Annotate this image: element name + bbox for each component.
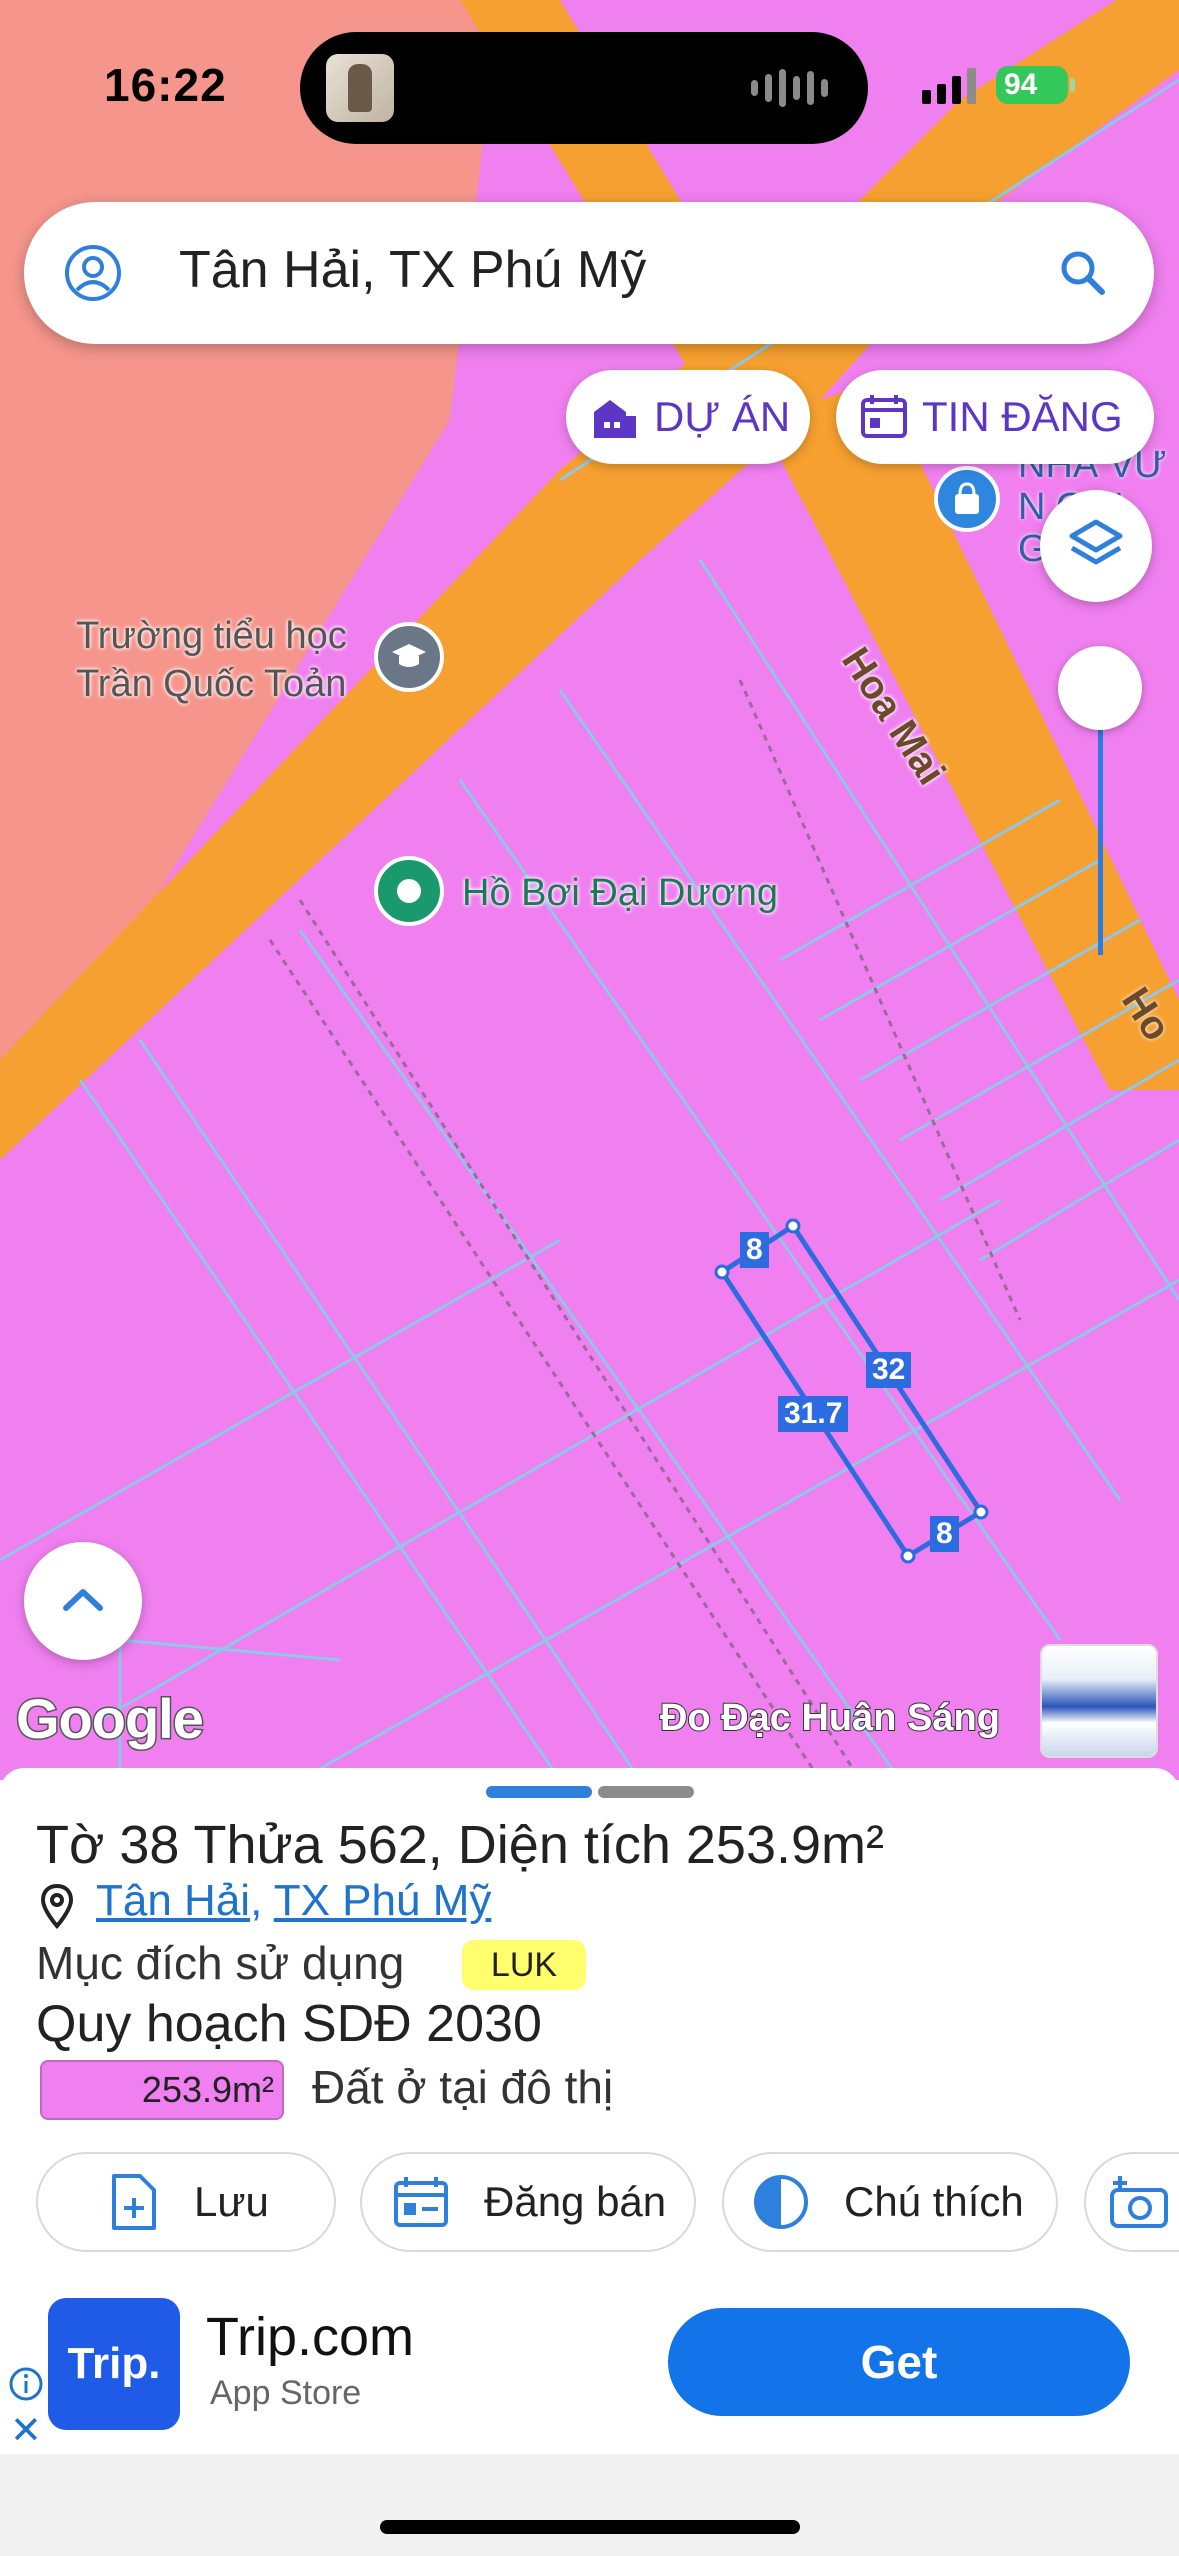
sheet-page-indicator-inactive[interactable] [598,1786,694,1798]
parcel-info-sheet[interactable]: Tờ 38 Thửa 562, Diện tích 253.9m² Tân Hả… [0,1768,1179,2288]
location-pin-icon [40,1883,74,1930]
chevron-up-icon [63,1589,103,1611]
ad-close-icon[interactable]: ✕ [10,2412,42,2450]
project-chip-button[interactable]: DỰ ÁN [566,370,810,464]
file-add-icon [112,2174,156,2230]
user-icon[interactable] [64,244,122,302]
watermark-label: Đo Đạc Huân Sáng [659,1696,1001,1740]
listing-board-icon [861,395,907,438]
listings-chip-button[interactable]: TIN ĐĂNG [836,370,1154,464]
watermark-thumbnail [1040,1644,1158,1758]
poi-school-label[interactable]: Trường tiểu học Trần Quốc Toản [76,612,347,708]
poi-school-line1: Trường tiểu học [76,615,347,657]
planning-area-label: Đất ở tại đô thị [312,2061,614,2113]
now-playing-avatar [326,54,394,122]
save-button-label: Lưu [194,2178,269,2225]
parcel-vertices [714,1218,989,1564]
save-button[interactable]: Lưu [36,2152,336,2252]
home-indicator[interactable] [380,2520,800,2534]
land-use-purpose-label: Mục đích sử dụng [36,1937,405,1989]
pool-pin-icon[interactable] [374,856,444,926]
parcel-dim-right: 32 [866,1352,912,1388]
search-icon[interactable] [1056,246,1110,300]
listing-board-icon [394,2177,448,2227]
school-pin-icon[interactable] [374,622,444,692]
search-bar[interactable]: Tân Hải, TX Phú Mỹ [24,202,1154,344]
battery-indicator: 94 [996,66,1068,104]
listings-chip-label: TIN ĐĂNG [922,393,1123,440]
ad-banner[interactable]: Trip. Trip.com App Store Get ✕ [0,2276,1179,2454]
search-input[interactable]: Tân Hải, TX Phú Mỹ [179,240,646,300]
opacity-slider-knob[interactable] [1058,646,1142,730]
legend-button-label: Chú thích [844,2178,1024,2225]
planning-area-swatch: 253.9m² [40,2060,284,2120]
battery-tip [1070,78,1075,92]
add-photo-icon [1110,2176,1168,2228]
sheet-page-indicator-active[interactable] [486,1786,592,1798]
trip-app-logo[interactable]: Trip. [48,2298,180,2430]
selected-parcel-outline[interactable] [718,1222,985,1560]
lot-dashed-lines [268,679,1022,1780]
planning-title: Quy hoạch SDĐ 2030 [36,1995,542,2053]
ad-source: App Store [210,2374,362,2412]
ad-get-button[interactable]: Get [668,2308,1130,2416]
cellular-signal-icon [922,66,976,104]
post-for-sale-label: Đăng bán [484,2178,667,2225]
legend-button[interactable]: Chú thích [722,2152,1058,2252]
expand-up-button[interactable] [24,1542,142,1660]
ad-title[interactable]: Trip.com [206,2306,414,2368]
location-separator: , [250,1876,274,1925]
project-chip-label: DỰ ÁN [654,393,791,440]
layers-button[interactable] [1040,490,1152,602]
post-for-sale-button[interactable]: Đăng bán [360,2152,696,2252]
audio-wave-icon [751,68,828,108]
poi-school-line2: Trần Quốc Toản [76,663,347,705]
contrast-icon [754,2175,808,2229]
layers-icon [1069,519,1123,565]
home-indicator-area [0,2454,1179,2556]
parcel-dim-bottom: 8 [930,1516,959,1552]
town-link[interactable]: TX Phú Mỹ [274,1876,492,1925]
parcel-title: Tờ 38 Thửa 562, Diện tích 253.9m² [36,1815,884,1875]
ward-link[interactable]: Tân Hải [96,1876,250,1925]
parcel-location: Tân Hải, TX Phú Mỹ [96,1876,491,1926]
status-time: 16:22 [104,59,227,111]
dynamic-island [300,32,868,144]
parcel-dim-left: 31.7 [778,1396,849,1432]
building-icon [594,400,636,438]
poi-shop-pin-icon[interactable] [934,466,1000,532]
land-use-code-badge: LUK [462,1940,586,1990]
parcel-dim-top: 8 [740,1232,769,1268]
camera-button[interactable] [1084,2152,1179,2252]
google-logo: Google [15,1686,206,1752]
battery-level: 94 [1004,68,1038,101]
poi-pool-label[interactable]: Hồ Bơi Đại Dương [462,872,778,915]
ad-info-icon[interactable] [8,2366,44,2402]
